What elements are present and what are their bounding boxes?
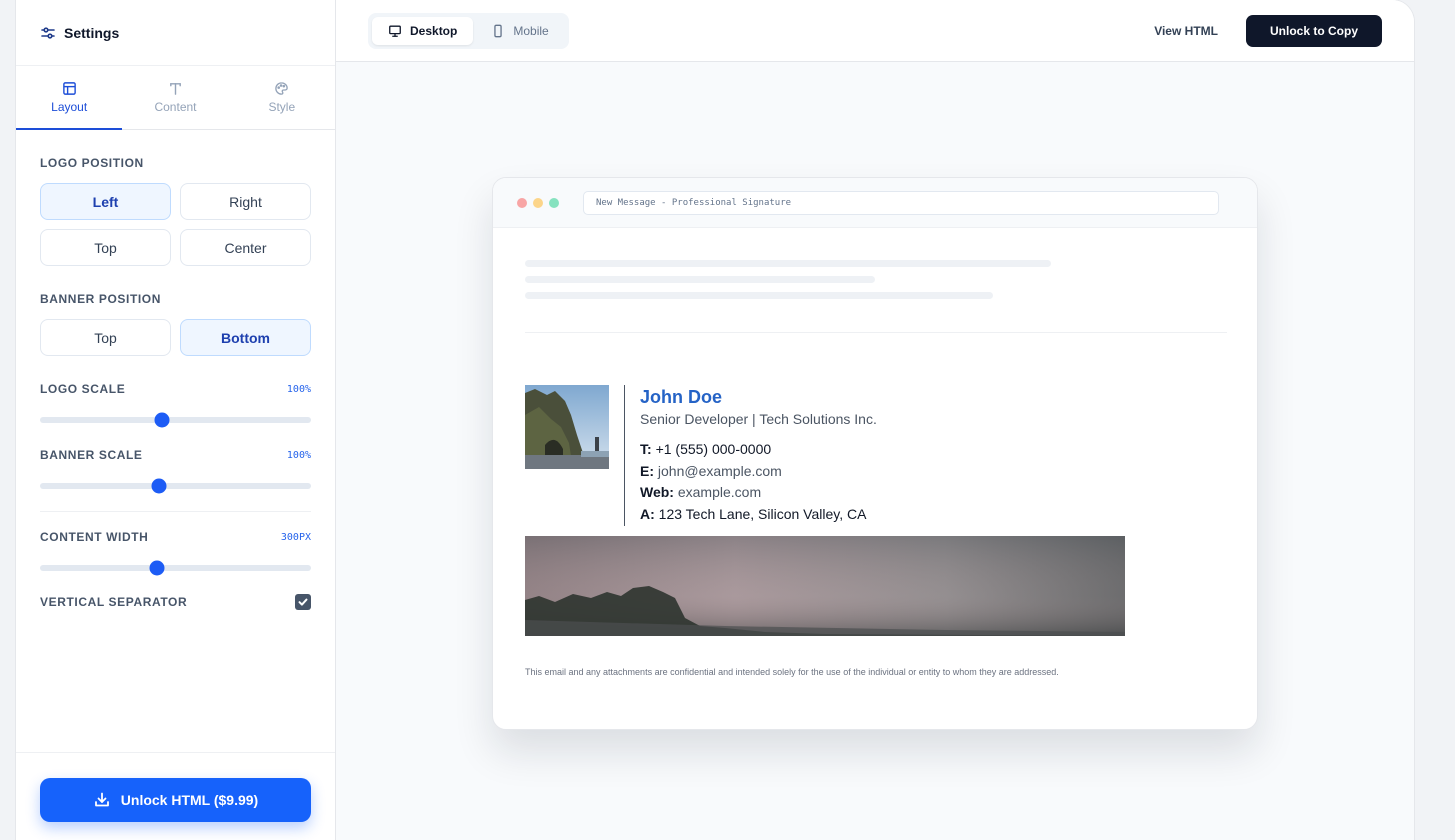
mobile-view-button[interactable]: Mobile: [475, 17, 564, 45]
signature-divider: [525, 332, 1227, 333]
banner-scale-title: BANNER SCALE: [40, 448, 143, 462]
unlock-html-label: Unlock HTML ($9.99): [120, 792, 259, 808]
content-width-title: CONTENT WIDTH: [40, 530, 149, 544]
logo-position-top-button[interactable]: Top: [40, 229, 171, 266]
preview-toolbar: Desktop Mobile View HTML Unlock to Copy: [336, 0, 1414, 62]
desktop-view-label: Desktop: [410, 23, 458, 38]
profile-photo: [525, 385, 609, 469]
view-mode-toggle: Desktop Mobile: [368, 12, 569, 49]
sidebar-title: Settings: [64, 24, 120, 41]
signature-name: John Doe: [640, 387, 723, 407]
address-value: 123 Tech Lane, Silicon Valley, CA: [658, 505, 867, 522]
signature-address-row: A: 123 Tech Lane, Silicon Valley, CA: [640, 504, 877, 526]
settings-tabs: Layout Content Style: [16, 66, 335, 130]
app-window: Settings Layout Content Style LOGO POSIT…: [16, 0, 1414, 840]
body-placeholder-line: [525, 276, 875, 283]
close-dot-icon: [517, 197, 527, 208]
email-subject-bar: New Message - Professional Signature: [583, 190, 1219, 215]
banner-position-bottom-button[interactable]: Bottom: [180, 319, 311, 356]
signature-contact-lines: T: +1 (555) 000-0000 E: john@example.com…: [640, 439, 877, 525]
vertical-separator-checkbox[interactable]: [295, 594, 311, 610]
logo-position-left-button[interactable]: Left: [40, 183, 171, 220]
toolbar-actions: View HTML Unlock to Copy: [1154, 14, 1382, 47]
body-placeholder-line: [525, 260, 1051, 267]
sidebar-header: Settings: [16, 0, 335, 66]
banner-scale-slider-thumb[interactable]: [151, 478, 167, 494]
tab-style[interactable]: Style: [229, 66, 335, 129]
body-placeholder-line: [525, 292, 993, 299]
phone-value: +1 (555) 000-0000: [655, 441, 772, 457]
signature-banner: [525, 536, 1125, 636]
email-preview-window: New Message - Professional Signature Joh…: [492, 177, 1258, 730]
unlock-html-button[interactable]: Unlock HTML ($9.99): [40, 778, 311, 822]
content-width-value: 300px: [280, 531, 311, 543]
logo-scale-label: LOGO SCALE 100%: [40, 382, 311, 396]
logo-position-right-button[interactable]: Right: [180, 183, 311, 220]
signature-email-row: E: john@example.com: [640, 461, 877, 483]
coastal-cliff-photo: [525, 385, 609, 469]
logo-scale-slider-thumb[interactable]: [154, 412, 170, 428]
legal-disclaimer: This email and any attachments are confi…: [525, 667, 1059, 677]
tab-layout-label: Layout: [51, 100, 88, 114]
minimize-dot-icon: [533, 197, 543, 208]
address-label: A:: [640, 505, 655, 522]
palette-icon: [275, 82, 289, 95]
vertical-separator-line: [624, 385, 625, 526]
sidebar-divider: [40, 511, 311, 512]
email-window-bar: New Message - Professional Signature: [493, 178, 1257, 228]
settings-sidebar: Settings Layout Content Style LOGO POSIT…: [16, 0, 336, 840]
logo-scale-title: LOGO SCALE: [40, 382, 126, 396]
content-width-slider-thumb[interactable]: [149, 560, 165, 576]
content-width-label: CONTENT WIDTH 300px: [40, 530, 311, 544]
text-icon: [170, 83, 181, 95]
download-icon: [94, 792, 109, 807]
logo-position-title: LOGO POSITION: [40, 156, 144, 170]
tab-content-label: Content: [154, 100, 197, 114]
mobile-view-label: Mobile: [513, 23, 549, 38]
signature-text: John Doe Senior Developer | Tech Solutio…: [640, 386, 877, 525]
view-html-button[interactable]: View HTML: [1154, 24, 1218, 38]
desktop-view-button[interactable]: Desktop: [372, 16, 474, 45]
content-width-slider[interactable]: [40, 560, 311, 576]
layout-panel: LOGO POSITION Left Right Top Center BANN…: [16, 156, 335, 610]
banner-position-options: Top Bottom: [40, 319, 311, 356]
logo-position-center-button[interactable]: Center: [180, 229, 311, 266]
tab-style-label: Style: [268, 100, 296, 114]
layout-icon: [62, 82, 76, 95]
banner-position-title: BANNER POSITION: [40, 292, 162, 306]
banner-position-top-button[interactable]: Top: [40, 319, 171, 356]
banner-scale-label: BANNER SCALE 100%: [40, 448, 311, 462]
sidebar-footer: Unlock HTML ($9.99): [16, 752, 335, 840]
phone-icon: [494, 24, 503, 37]
preview-area: Desktop Mobile View HTML Unlock to Copy: [336, 0, 1414, 840]
vertical-separator-row: VERTICAL SEPARATOR: [40, 594, 311, 610]
signature-web-row: Web: example.com: [640, 482, 877, 504]
misty-lake-banner-image: [525, 536, 1125, 636]
web-label: Web:: [640, 484, 674, 500]
banner-scale-value: 100%: [286, 449, 311, 461]
banner-position-label: BANNER POSITION: [40, 292, 311, 306]
maximize-dot-icon: [549, 197, 559, 208]
unlock-to-copy-button[interactable]: Unlock to Copy: [1245, 14, 1382, 47]
monitor-icon: [389, 25, 401, 37]
email-link[interactable]: john@example.com: [658, 463, 782, 479]
checkmark-icon: [298, 598, 308, 606]
tab-layout[interactable]: Layout: [16, 66, 123, 130]
logo-position-label: LOGO POSITION: [40, 156, 311, 170]
email-label: E:: [640, 462, 654, 479]
signature-role: Senior Developer | Tech Solutions Inc.: [640, 411, 877, 427]
tab-content[interactable]: Content: [122, 66, 228, 129]
signature-phone-row: T: +1 (555) 000-0000: [640, 439, 877, 461]
logo-scale-value: 100%: [286, 383, 311, 395]
logo-position-options: Left Right Top Center: [40, 183, 311, 266]
web-link[interactable]: example.com: [678, 484, 761, 500]
phone-label: T:: [640, 441, 652, 457]
logo-scale-slider[interactable]: [40, 412, 311, 428]
banner-scale-slider[interactable]: [40, 478, 311, 494]
sliders-icon: [41, 26, 55, 39]
vertical-separator-title: VERTICAL SEPARATOR: [40, 595, 188, 609]
